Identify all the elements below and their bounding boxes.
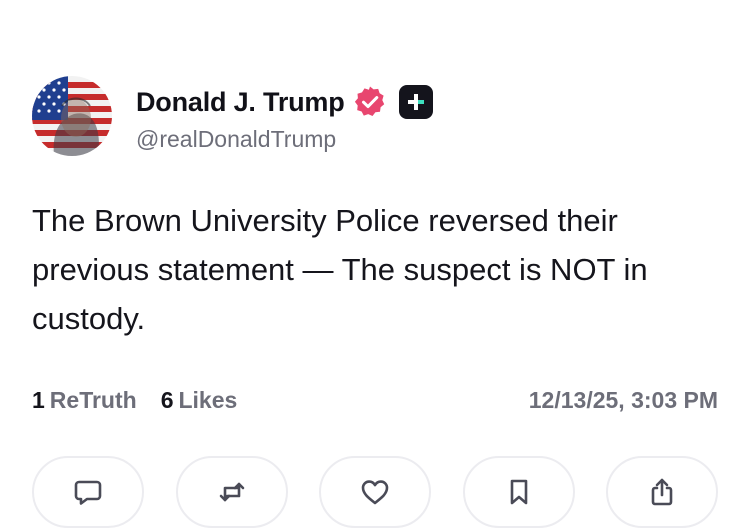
verified-badge-icon bbox=[354, 86, 384, 116]
user-handle[interactable]: @realDonaldTrump bbox=[136, 126, 336, 153]
retruths-stat[interactable]: 1 ReTruth bbox=[32, 387, 137, 414]
bookmark-icon bbox=[510, 479, 527, 505]
retruth-button[interactable] bbox=[175, 456, 288, 528]
post-card: Donald J. Trump @realDonaldTrump The Bro… bbox=[0, 0, 750, 532]
post-stats: 1 ReTruth 6 Likes 12/13/25, 3:03 PM bbox=[32, 384, 718, 416]
repost-icon bbox=[219, 482, 244, 502]
bookmark-button[interactable] bbox=[462, 456, 575, 528]
author-name-row: Donald J. Trump bbox=[136, 84, 433, 120]
likes-label: Likes bbox=[178, 386, 238, 413]
retruths-count: 1 bbox=[32, 386, 45, 413]
heart-icon bbox=[361, 480, 389, 505]
likes-count: 6 bbox=[160, 386, 174, 413]
like-button[interactable] bbox=[319, 456, 431, 528]
comment-icon bbox=[74, 480, 102, 505]
post-timestamp: 12/13/25, 3:03 PM bbox=[528, 386, 718, 413]
retruths-label: ReTruth bbox=[49, 386, 137, 413]
action-bar bbox=[32, 456, 718, 528]
display-name[interactable]: Donald J. Trump bbox=[136, 87, 345, 118]
flag-portrait-avatar-icon bbox=[32, 76, 112, 156]
avatar[interactable] bbox=[32, 76, 112, 156]
share-icon bbox=[651, 478, 673, 506]
truth-plus-icon bbox=[398, 85, 433, 119]
post-text: The Brown University Police reversed the… bbox=[32, 203, 648, 336]
likes-stat[interactable]: 6 Likes bbox=[161, 387, 238, 414]
share-button[interactable] bbox=[606, 456, 718, 528]
reply-button[interactable] bbox=[32, 456, 144, 528]
